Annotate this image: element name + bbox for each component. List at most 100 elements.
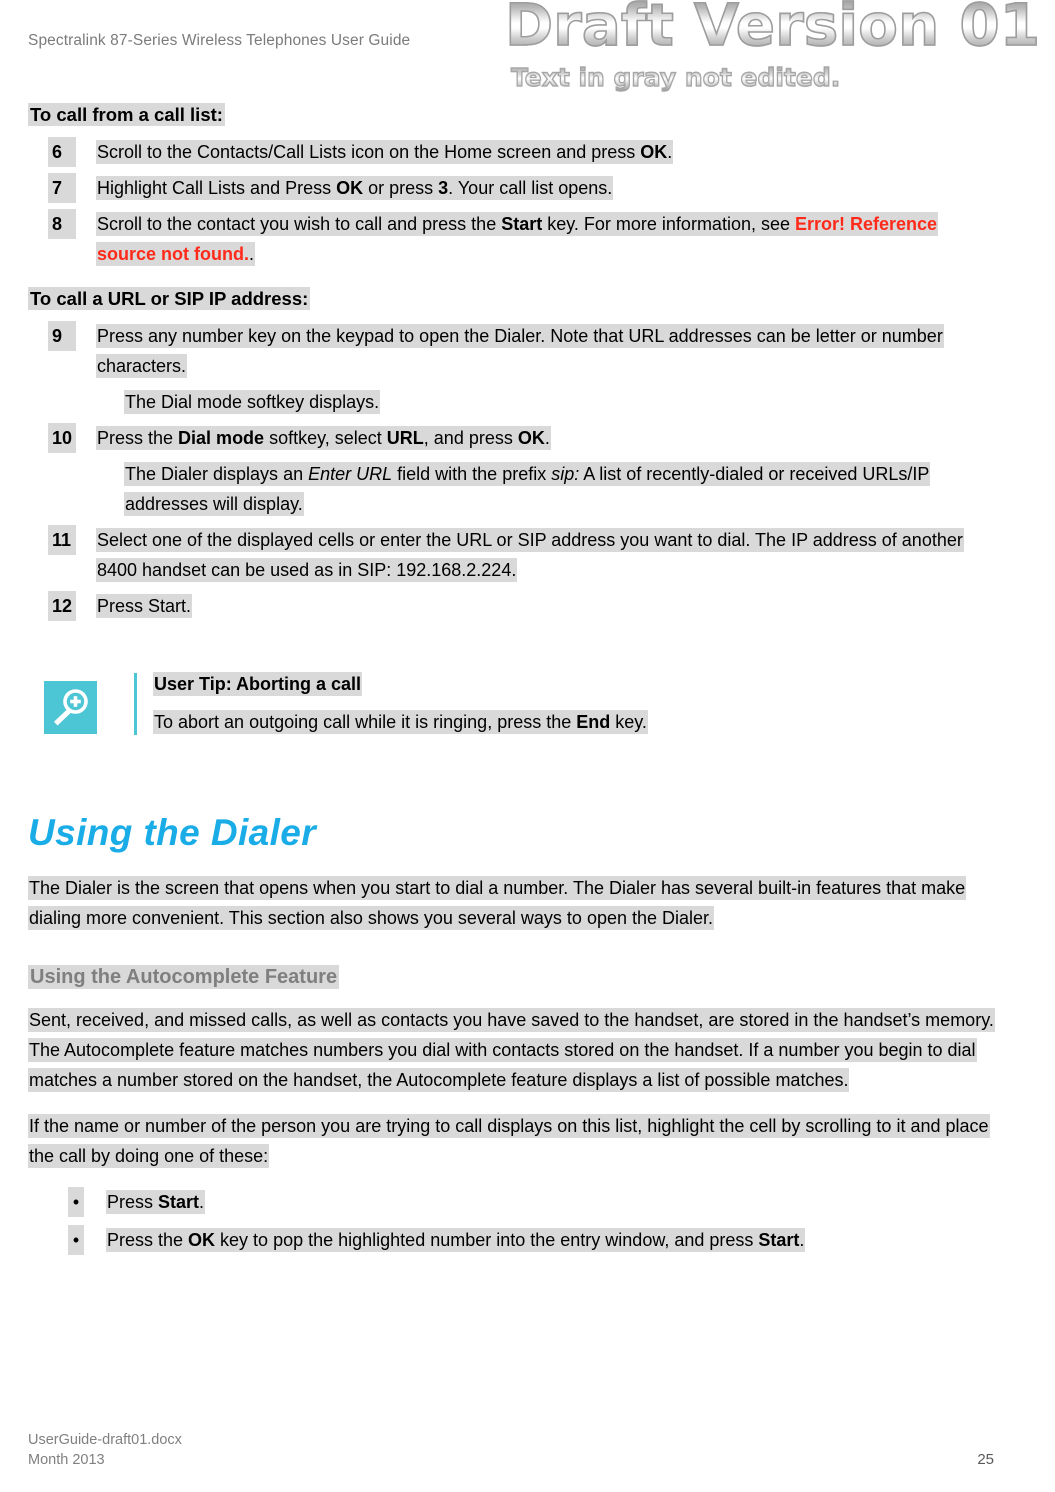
step-text: Select one of the displayed cells or ent…	[96, 525, 994, 585]
step-continuation-highlight: The Dial mode softkey displays.	[124, 390, 381, 414]
text-run: Scroll to the Contacts/Call Lists icon o…	[97, 142, 641, 162]
tip-title: User Tip: Aborting a call	[153, 669, 994, 699]
tip-title-text: User Tip: Aborting a call	[153, 672, 363, 696]
step-number: 7	[48, 173, 76, 203]
step-list-call-list: 6 Scroll to the Contacts/Call Lists icon …	[28, 137, 994, 269]
step-continuation-highlight: The Dialer displays an Enter URL field w…	[124, 462, 931, 516]
numbered-step: 10 Press the Dial mode softkey, select UR…	[28, 423, 994, 453]
text-run: Scroll to the contact you wish to call a…	[97, 214, 502, 234]
text-run: OK	[517, 428, 545, 448]
text-run: OK	[336, 178, 364, 198]
document-header-title: Spectralink 87-Series Wireless Telephone…	[28, 32, 411, 49]
step-text: Scroll to the contact you wish to call a…	[96, 209, 994, 269]
bullet-text: Press Start.	[106, 1187, 994, 1217]
procedure-heading-text: To call a URL or SIP IP address:	[28, 287, 311, 310]
text-run: Start	[501, 214, 543, 234]
text-run: field with the prefix	[392, 464, 552, 484]
document-footer: UserGuide-draft01.docx Month 2013 25	[28, 1430, 994, 1470]
document-page: Spectralink 87-Series Wireless Telephone…	[0, 0, 1055, 1492]
subheading-autocomplete: Using the Autocomplete Feature	[28, 963, 994, 991]
step-number: 9	[48, 321, 76, 351]
bullet-text-highlight: Press the OK key to pop the highlighted …	[106, 1228, 806, 1252]
text-run: key. For more information, see	[542, 214, 795, 234]
footer-file-name: UserGuide-draft01.docx	[28, 1432, 182, 1448]
procedure-heading-text: To call from a call list:	[28, 103, 225, 126]
text-run: sip:	[551, 464, 580, 484]
bullet-text: Press the OK key to pop the highlighted …	[106, 1225, 994, 1255]
step-number: 11	[48, 525, 76, 555]
subheading-text: Using the Autocomplete Feature	[28, 965, 340, 989]
bullet-text-highlight: Press Start.	[106, 1190, 206, 1214]
step-text-highlight: Select one of the displayed cells or ent…	[96, 528, 964, 582]
text-run: .	[799, 1230, 805, 1250]
text-run: Select one of the displayed cells or ent…	[97, 530, 963, 580]
text-run: To abort an outgoing call while it is ri…	[154, 712, 577, 732]
numbered-step: 6 Scroll to the Contacts/Call Lists icon …	[28, 137, 994, 167]
text-run: Press the	[97, 428, 179, 448]
step-text: Press any number key on the keypad to op…	[96, 321, 994, 381]
step-continuation-paragraph: The Dial mode softkey displays.	[124, 387, 994, 417]
text-run: 3	[438, 178, 449, 198]
step-continuation-paragraph: The Dialer displays an Enter URL field w…	[124, 459, 994, 519]
text-run: Highlight Call Lists and Press	[97, 178, 337, 198]
autocomplete-paragraph-2: If the name or number of the person you …	[28, 1111, 994, 1171]
text-run: or press	[363, 178, 439, 198]
step-list-url-sip: 9 Press any number key on the keypad to o…	[28, 321, 994, 621]
text-run: Dial mode	[178, 428, 265, 448]
text-run: Start	[758, 1230, 800, 1250]
step-text: Press the Dial mode softkey, select URL,…	[96, 423, 994, 453]
text-run: Start	[158, 1192, 200, 1212]
dialer-intro-text: The Dialer is the screen that opens when…	[28, 876, 967, 930]
draft-watermark: Draft Version 01 Text in gray not edited…	[504, 0, 1055, 92]
watermark-sub-text: Text in gray not edited.	[510, 63, 1055, 92]
text-run: OK	[640, 142, 668, 162]
tip-content: User Tip: Aborting a call To abort an ou…	[137, 669, 994, 737]
step-text-highlight: Scroll to the Contacts/Call Lists icon o…	[96, 140, 674, 164]
footer-page-number: 25	[977, 1451, 994, 1468]
text-run: softkey, select	[264, 428, 387, 448]
numbered-step: 12 Press Start.	[28, 591, 994, 621]
text-run: End	[576, 712, 611, 732]
text-run: URL	[386, 428, 424, 448]
step-number: 6	[48, 137, 76, 167]
autocomplete-text-2: If the name or number of the person you …	[28, 1114, 990, 1168]
list-item: • Press Start.	[28, 1187, 994, 1217]
text-run: Press Start.	[97, 596, 192, 616]
text-run: The Dialer displays an	[125, 464, 309, 484]
text-run: The Dial mode softkey displays.	[125, 392, 380, 412]
page-title-using-the-dialer: Using the Dialer	[28, 812, 317, 853]
autocomplete-paragraph-1: Sent, received, and missed calls, as wel…	[28, 1005, 995, 1095]
text-run: key to pop the highlighted number into t…	[215, 1230, 759, 1250]
text-run: .	[249, 244, 255, 264]
step-text-highlight: Press the Dial mode softkey, select URL,…	[96, 426, 551, 450]
tip-body: To abort an outgoing call while it is ri…	[153, 707, 994, 737]
procedure-heading-url-sip: To call a URL or SIP IP address:	[28, 287, 994, 311]
text-run: Enter URL	[308, 464, 393, 484]
footer-row-file: UserGuide-draft01.docx	[28, 1430, 994, 1450]
step-text-highlight: Press any number key on the keypad to op…	[96, 324, 944, 378]
numbered-step: 9 Press any number key on the keypad to o…	[28, 321, 994, 381]
bullet-marker: •	[68, 1225, 84, 1255]
text-run: Press	[107, 1192, 159, 1212]
footer-date: Month 2013	[28, 1452, 105, 1468]
text-run: Press the	[107, 1230, 189, 1250]
text-run: .	[544, 428, 550, 448]
numbered-step: 8 Scroll to the contact you wish to call …	[28, 209, 994, 269]
autocomplete-text-1: Sent, received, and missed calls, as wel…	[28, 1008, 995, 1092]
numbered-step: 7 Highlight Call Lists and Press OK or pr…	[28, 173, 994, 203]
dialer-intro-paragraph: The Dialer is the screen that opens when…	[28, 873, 994, 933]
bullet-list-place-call: • Press Start. • Press the OK key to pop th…	[28, 1187, 994, 1255]
step-text-highlight: Highlight Call Lists and Press OK or pre…	[96, 176, 614, 200]
watermark-main-text: Draft Version 01	[504, 0, 1055, 57]
text-run: , and press	[423, 428, 518, 448]
magnifier-plus-icon	[44, 681, 97, 734]
document-body: To call from a call list: 6 Scroll to the…	[28, 103, 995, 1263]
text-run: Press any number key on the keypad to op…	[97, 326, 943, 376]
step-text-highlight: Scroll to the contact you wish to call a…	[96, 212, 939, 266]
text-run: OK	[188, 1230, 216, 1250]
list-item: • Press the OK key to pop the highlighted…	[28, 1225, 994, 1255]
step-text-highlight: Press Start.	[96, 594, 193, 618]
procedure-heading-call-list: To call from a call list:	[28, 103, 994, 127]
step-number: 8	[48, 209, 76, 239]
